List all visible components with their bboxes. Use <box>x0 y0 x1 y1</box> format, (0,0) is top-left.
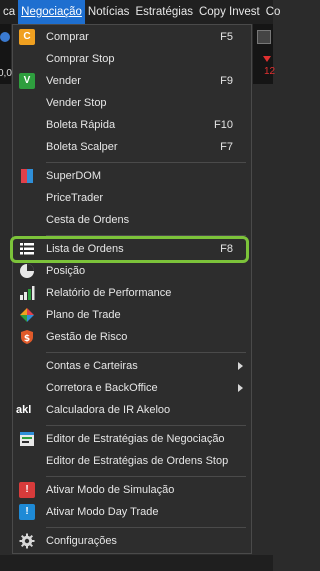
menu-item-ativar-modo-day-trade[interactable]: ! Ativar Modo Day Trade <box>13 501 251 523</box>
simulation-alert-icon: ! <box>19 482 35 498</box>
menu-item-label: Contas e Carteiras <box>46 360 138 372</box>
submenu-arrow-icon <box>238 362 243 370</box>
menu-item-label: PriceTrader <box>46 192 104 204</box>
bar-chart-icon <box>20 286 35 300</box>
circle-icon <box>0 32 10 42</box>
negociacao-dropdown: C Comprar F5 Comprar Stop V Vender F9 Ve… <box>10 24 252 554</box>
menu-item-editor-estrategias-ordens-stop[interactable]: Editor de Estratégias de Ordens Stop <box>13 450 251 472</box>
menu-item-label: Boleta Scalper <box>46 141 118 153</box>
menu-item-label: Boleta Rápida <box>46 119 116 131</box>
menu-item-label: Vender <box>46 75 81 87</box>
background-panel-right: 12 <box>253 24 276 84</box>
menu-item-cesta-de-ordens[interactable]: Cesta de Ordens <box>13 209 251 231</box>
menu-item-label: Plano de Trade <box>46 309 121 321</box>
menu-item-label: Posição <box>46 265 86 277</box>
toolbar-icon <box>257 30 271 44</box>
menu-cotacao[interactable]: ca <box>0 0 18 24</box>
right-value: 12 <box>264 66 276 77</box>
menu-estrategias[interactable]: Estratégias <box>132 0 196 24</box>
akeloo-logo-icon: akl <box>16 404 32 416</box>
daytrade-alert-icon: ! <box>19 504 35 520</box>
menu-item-vender[interactable]: V Vender F9 <box>13 70 251 92</box>
menu-item-ativar-modo-simulacao[interactable]: ! Ativar Modo de Simulação <box>13 479 251 501</box>
risk-shield-icon: $ <box>21 330 33 344</box>
down-triangle-icon <box>263 56 271 62</box>
menu-item-relatorio-performance[interactable]: Relatório de Performance <box>13 282 251 304</box>
shortcut-label: F9 <box>220 75 233 87</box>
menu-item-pricetrader[interactable]: PriceTrader <box>13 187 251 209</box>
pie-chart-icon <box>20 264 34 278</box>
menu-item-label: Corretora e BackOffice <box>46 382 158 394</box>
menu-item-superdom[interactable]: SuperDOM <box>13 165 251 187</box>
menu-item-vender-stop[interactable]: Vender Stop <box>13 92 251 114</box>
menu-item-label: Configurações <box>46 535 117 547</box>
trade-plan-icon <box>20 308 34 322</box>
menu-copy-invest[interactable]: Copy Invest <box>196 0 263 24</box>
menu-item-corretora-backoffice[interactable]: Corretora e BackOffice <box>13 377 251 399</box>
selection-highlight <box>10 236 249 263</box>
menu-item-gestao-de-risco[interactable]: $ Gestão de Risco <box>13 326 251 348</box>
menu-separator <box>46 527 246 528</box>
svg-text:$: $ <box>24 334 30 344</box>
shortcut-label: F10 <box>214 119 233 131</box>
submenu-arrow-icon <box>238 384 243 392</box>
menu-noticias[interactable]: Notícias <box>85 0 133 24</box>
menu-separator <box>46 162 246 163</box>
shortcut-label: F7 <box>220 141 233 153</box>
menu-item-comprar[interactable]: C Comprar F5 <box>13 26 251 48</box>
menu-item-label: Ativar Modo Day Trade <box>46 506 159 518</box>
menu-item-calculadora-ir-akeloo[interactable]: akl Calculadora de IR Akeloo <box>13 399 251 421</box>
menu-item-label: SuperDOM <box>46 170 102 182</box>
menu-separator <box>46 352 246 353</box>
menu-item-label: Vender Stop <box>46 97 107 109</box>
menu-item-configuracoes[interactable]: Configurações <box>13 530 251 552</box>
menu-item-boleta-scalper[interactable]: Boleta Scalper F7 <box>13 136 251 158</box>
menu-item-comprar-stop[interactable]: Comprar Stop <box>13 48 251 70</box>
menu-more[interactable]: Co <box>263 0 284 24</box>
menu-item-contas-e-carteiras[interactable]: Contas e Carteiras <box>13 355 251 377</box>
background-panel-left: 0,00 <box>0 24 17 84</box>
gear-icon <box>19 533 35 549</box>
menu-item-label: Editor de Estratégias de Negociação <box>46 433 225 445</box>
menu-item-label: Comprar <box>46 31 89 43</box>
strategy-editor-icon <box>20 432 34 446</box>
menu-item-boleta-rapida[interactable]: Boleta Rápida F10 <box>13 114 251 136</box>
menu-item-label: Gestão de Risco <box>46 331 128 343</box>
menu-separator <box>46 425 246 426</box>
menu-negociacao[interactable]: Negociação <box>18 0 85 24</box>
menu-item-label: Editor de Estratégias de Ordens Stop <box>46 455 229 467</box>
menu-item-plano-de-trade[interactable]: Plano de Trade <box>13 304 251 326</box>
menu-item-label: Ativar Modo de Simulação <box>46 484 175 496</box>
superdom-icon <box>21 169 33 183</box>
menu-item-label: Comprar Stop <box>46 53 115 65</box>
shortcut-label: F5 <box>220 31 233 43</box>
menu-item-label: Relatório de Performance <box>46 287 172 299</box>
buy-c-icon: C <box>19 29 35 45</box>
menu-separator <box>46 476 246 477</box>
background-bottom <box>0 555 273 571</box>
menu-item-editor-estrategias-negociacao[interactable]: Editor de Estratégias de Negociação <box>13 428 251 450</box>
menu-item-label: Cesta de Ordens <box>46 214 130 226</box>
menu-item-posicao[interactable]: Posição <box>13 260 251 282</box>
sell-v-icon: V <box>19 73 35 89</box>
menubar: ca Negociação Notícias Estratégias Copy … <box>0 0 280 24</box>
menu-item-label: Calculadora de IR Akeloo <box>46 404 171 416</box>
